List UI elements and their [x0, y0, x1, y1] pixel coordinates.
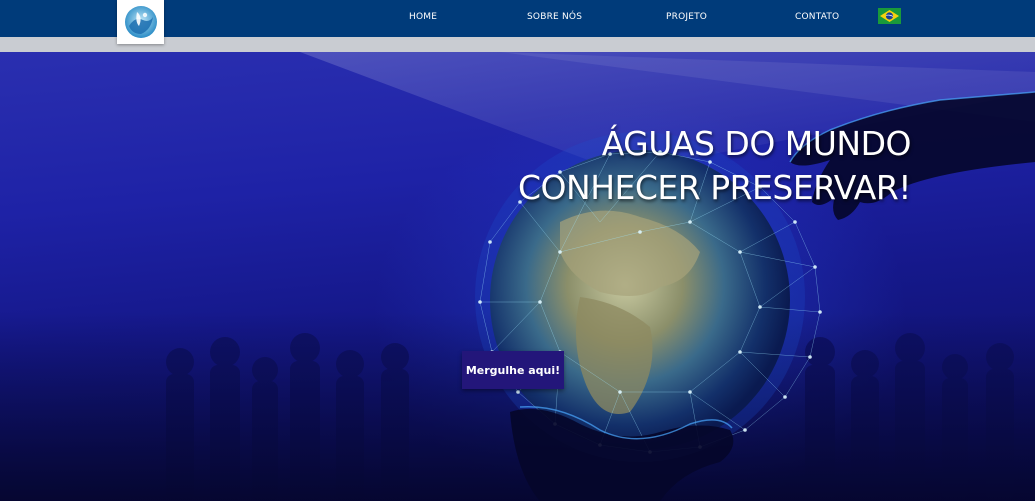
nav-about-link[interactable]: SOBRE NÓS [527, 12, 582, 22]
headline-line-1: ÁGUAS DO MUNDO [601, 124, 912, 163]
hero-banner: ÁGUAS DO MUNDO CONHECER PRESERVAR! Mergu… [0, 52, 1035, 501]
headline-line-2: CONHECER PRESERVAR! [518, 168, 911, 207]
nav-home-link[interactable]: HOME [409, 12, 437, 22]
water-drop-wave-logo-icon [124, 6, 157, 38]
nav-contact-link[interactable]: CONTATO [795, 12, 839, 22]
nav-project-link[interactable]: PROJETO [666, 12, 707, 22]
brazil-flag-icon[interactable] [878, 8, 901, 24]
hero-headline: ÁGUAS DO MUNDO CONHECER PRESERVAR! [518, 122, 911, 210]
dive-in-button[interactable]: Mergulhe aqui! [462, 351, 564, 389]
site-logo[interactable] [117, 0, 164, 44]
hero-background-illustration [0, 52, 1035, 501]
